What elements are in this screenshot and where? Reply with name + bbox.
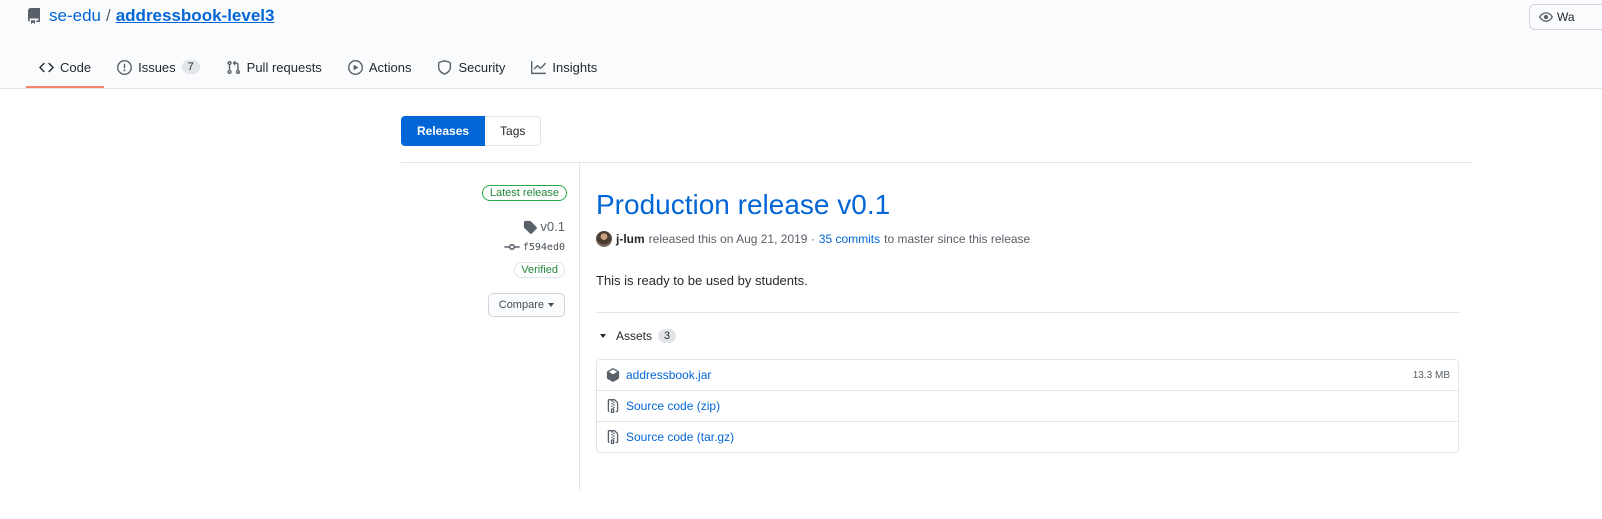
tab-label: Actions xyxy=(368,59,412,75)
tab-label: Code xyxy=(60,59,92,75)
asset-row[interactable]: Source code (zip) xyxy=(597,390,1458,421)
tags-tab[interactable]: Tags xyxy=(485,116,542,146)
releases-subnav: Releases Tags xyxy=(401,116,542,146)
tag-icon xyxy=(524,220,538,234)
tab-actions[interactable]: Actions xyxy=(335,48,425,86)
repo-owner-link[interactable]: se-edu xyxy=(49,6,101,26)
divider xyxy=(596,312,1459,313)
repo-name-link[interactable]: addressbook-level3 xyxy=(116,6,275,26)
release-tag[interactable]: v0.1 xyxy=(523,219,565,234)
package-icon xyxy=(606,368,620,382)
releases-tab[interactable]: Releases xyxy=(401,116,486,146)
asset-link[interactable]: addressbook.jar xyxy=(626,368,711,382)
graph-icon xyxy=(531,60,547,74)
tab-pull-requests[interactable]: Pull requests xyxy=(213,48,335,86)
compare-button[interactable]: Compare xyxy=(487,293,565,317)
triangle-down-icon xyxy=(600,334,606,338)
repo-title: se-edu / addressbook-level3 xyxy=(26,6,274,26)
repo-header: se-edu / addressbook-level3 Wa Code Issu… xyxy=(0,0,1602,89)
tab-issues[interactable]: Issues 7 xyxy=(104,48,213,86)
watch-button[interactable]: Wa xyxy=(1529,4,1602,30)
tab-security[interactable]: Security xyxy=(424,48,518,86)
release-commit[interactable]: f594ed0 xyxy=(504,241,565,253)
tab-code[interactable]: Code xyxy=(26,48,105,88)
file-zip-icon xyxy=(607,399,619,413)
asset-row[interactable]: Source code (tar.gz) xyxy=(597,421,1458,452)
commit-sha: f594ed0 xyxy=(522,241,565,253)
asset-row[interactable]: addressbook.jar 13.3 MB xyxy=(597,360,1458,390)
tab-label: Pull requests xyxy=(246,59,322,75)
eye-icon xyxy=(1539,12,1553,22)
release-byline: j-lum released this on Aug 21, 2019 · 35… xyxy=(596,231,1030,247)
asset-link[interactable]: Source code (tar.gz) xyxy=(626,430,734,444)
assets-toggle[interactable]: Assets 3 xyxy=(596,329,677,343)
file-zip-icon xyxy=(607,430,619,444)
asset-name: addressbook.jar xyxy=(626,368,712,382)
tab-insights[interactable]: Insights xyxy=(518,48,610,86)
issues-counter: 7 xyxy=(181,60,200,74)
since-text: to master since this release xyxy=(884,232,1031,246)
asset-format: (tar.gz) xyxy=(696,430,735,444)
caret-down-icon xyxy=(548,303,554,307)
tab-label: Security xyxy=(458,59,506,75)
released-text: released this on Aug 21, 2019 · xyxy=(648,232,815,246)
tag-label: v0.1 xyxy=(540,219,565,234)
tab-label: Issues xyxy=(138,59,176,75)
asset-link[interactable]: Source code (zip) xyxy=(626,399,720,413)
watch-label: Wa xyxy=(1557,10,1575,24)
asset-name: Source code xyxy=(626,430,694,444)
verified-badge[interactable]: Verified xyxy=(514,262,565,278)
avatar[interactable] xyxy=(596,231,612,247)
divider xyxy=(401,162,1472,163)
git-pull-request-icon xyxy=(227,60,240,74)
repo-icon xyxy=(27,8,40,24)
issue-opened-icon xyxy=(117,59,133,75)
assets-list: addressbook.jar 13.3 MB Source code (zip… xyxy=(596,359,1459,453)
repo-separator: / xyxy=(105,6,111,25)
compare-label: Compare xyxy=(498,299,544,311)
timeline-divider xyxy=(579,163,580,491)
release-notes: This is ready to be used by students. xyxy=(596,273,808,288)
asset-format: (zip) xyxy=(696,399,721,413)
latest-release-badge: Latest release xyxy=(481,185,567,201)
author-link[interactable]: j-lum xyxy=(616,232,645,246)
commits-since-link[interactable]: 35 commits xyxy=(819,232,880,246)
repo-nav-tabs: Code Issues 7 Pull requests Actions Secu… xyxy=(26,48,610,88)
git-commit-icon xyxy=(504,244,520,250)
shield-icon xyxy=(438,59,452,75)
asset-size: 13.3 MB xyxy=(1412,369,1450,381)
asset-name: Source code xyxy=(626,399,694,413)
code-icon xyxy=(39,62,54,72)
assets-counter: 3 xyxy=(658,329,677,343)
play-icon xyxy=(347,59,363,75)
assets-label: Assets xyxy=(616,329,653,343)
release-title[interactable]: Production release v0.1 xyxy=(596,189,890,221)
tab-label: Insights xyxy=(552,59,598,75)
